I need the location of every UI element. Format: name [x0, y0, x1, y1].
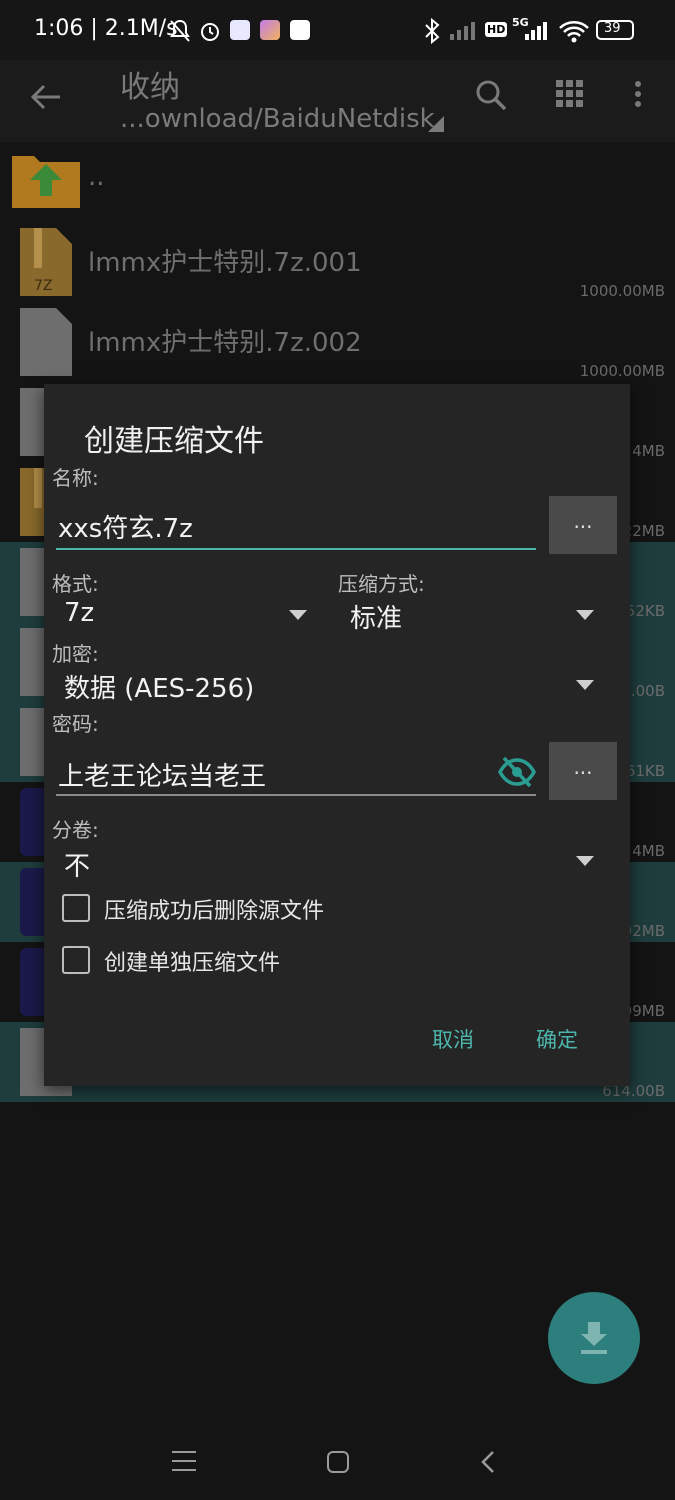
more-options-icon[interactable]: [632, 80, 644, 110]
list-item[interactable]: lmmx护士特别.7z.002 1000.00MB: [0, 302, 675, 382]
file-size: 52KB: [625, 602, 665, 620]
name-input-underline: [56, 548, 536, 550]
dialog-title: 创建压缩文件: [84, 424, 264, 459]
home-icon[interactable]: [326, 1450, 350, 1474]
method-dropdown-icon[interactable]: [576, 610, 594, 620]
file-size: 1000.00MB: [579, 362, 665, 380]
toolbar: 收纳 ...ownload/BaiduNetdisk: [0, 60, 675, 142]
archive-7z-icon: 7Z: [20, 228, 72, 296]
split-dropdown-icon[interactable]: [576, 856, 594, 866]
archive-name-input[interactable]: xxs符玄.7z: [58, 508, 193, 545]
gallery-notification-icon: [260, 20, 280, 40]
app-notification-icon: [230, 20, 250, 40]
path-dropdown-icon[interactable]: [428, 116, 444, 132]
download-fab[interactable]: [548, 1292, 640, 1384]
alarm-icon: [201, 23, 219, 41]
delete-source-label: 压缩成功后删除源文件: [104, 899, 325, 924]
folder-up-icon: [12, 156, 80, 208]
delete-source-checkbox[interactable]: [62, 894, 90, 922]
separate-archive-checkbox[interactable]: [62, 946, 90, 974]
password-input-underline: [56, 794, 536, 796]
visibility-off-icon[interactable]: [498, 756, 536, 788]
back-nav-icon[interactable]: [480, 1450, 496, 1474]
bell-off-icon: [170, 19, 190, 42]
format-dropdown-icon[interactable]: [289, 610, 307, 620]
format-select[interactable]: 7z: [64, 598, 94, 628]
battery-level: 39: [604, 21, 621, 36]
encrypt-label: 加密:: [52, 642, 99, 666]
password-input[interactable]: 上老王论坛当老王: [58, 756, 266, 793]
hd-badge: HD: [485, 22, 508, 37]
cancel-button[interactable]: 取消: [432, 1024, 474, 1054]
list-item-parent[interactable]: ..: [0, 142, 675, 222]
grid-view-icon[interactable]: [556, 80, 584, 108]
file-size: 4MB: [632, 842, 665, 860]
file-size: 1000.00MB: [579, 282, 665, 300]
svg-text:7Z: 7Z: [34, 278, 53, 294]
format-label: 格式:: [52, 572, 99, 596]
method-label: 压缩方式:: [338, 572, 425, 596]
file-icon: [20, 308, 72, 376]
menu-icon[interactable]: [172, 1450, 196, 1472]
signal-strong-icon: [525, 22, 547, 40]
split-select[interactable]: 不: [64, 846, 90, 883]
file-name: ..: [88, 162, 105, 192]
file-size: 4MB: [632, 442, 665, 460]
name-label: 名称:: [52, 466, 99, 490]
list-item[interactable]: 7Z lmmx护士特别.7z.001 1000.00MB: [0, 222, 675, 302]
wifi-icon: [559, 21, 589, 43]
create-archive-dialog: 创建压缩文件 名称: xxs符玄.7z ... 格式: 7z 压缩方式: 标准 …: [44, 384, 630, 1086]
encrypt-select[interactable]: 数据 (AES-256): [64, 668, 254, 705]
name-browse-button[interactable]: ...: [549, 496, 617, 554]
search-icon[interactable]: [474, 78, 508, 112]
password-label: 密码:: [52, 712, 99, 736]
encrypt-dropdown-icon[interactable]: [576, 680, 594, 690]
battery-icon: 39: [596, 20, 634, 40]
ok-button[interactable]: 确定: [536, 1024, 578, 1054]
separate-archive-label: 创建单独压缩文件: [104, 951, 281, 976]
file-name: lmmx护士特别.7z.002: [88, 328, 362, 358]
method-select[interactable]: 标准: [350, 598, 402, 635]
signal-weak-icon: [450, 22, 475, 40]
password-options-button[interactable]: ...: [549, 742, 617, 800]
path-selector[interactable]: ...ownload/BaiduNetdisk: [120, 104, 435, 134]
download-icon: [581, 1322, 607, 1354]
split-label: 分卷:: [52, 818, 99, 842]
system-nav-bar: [0, 1420, 675, 1500]
file-size: 61KB: [625, 762, 665, 780]
status-bar: 1:06 | 2.1M/s HD 5G 39: [0, 0, 675, 60]
page-title: 收纳: [120, 70, 180, 105]
status-time: 1:06 | 2.1M/s: [34, 16, 178, 41]
file-name: lmmx护士特别.7z.001: [88, 248, 362, 278]
back-arrow-icon[interactable]: [30, 82, 62, 112]
settings-notification-icon: [290, 20, 310, 40]
bluetooth-icon: [425, 18, 440, 44]
